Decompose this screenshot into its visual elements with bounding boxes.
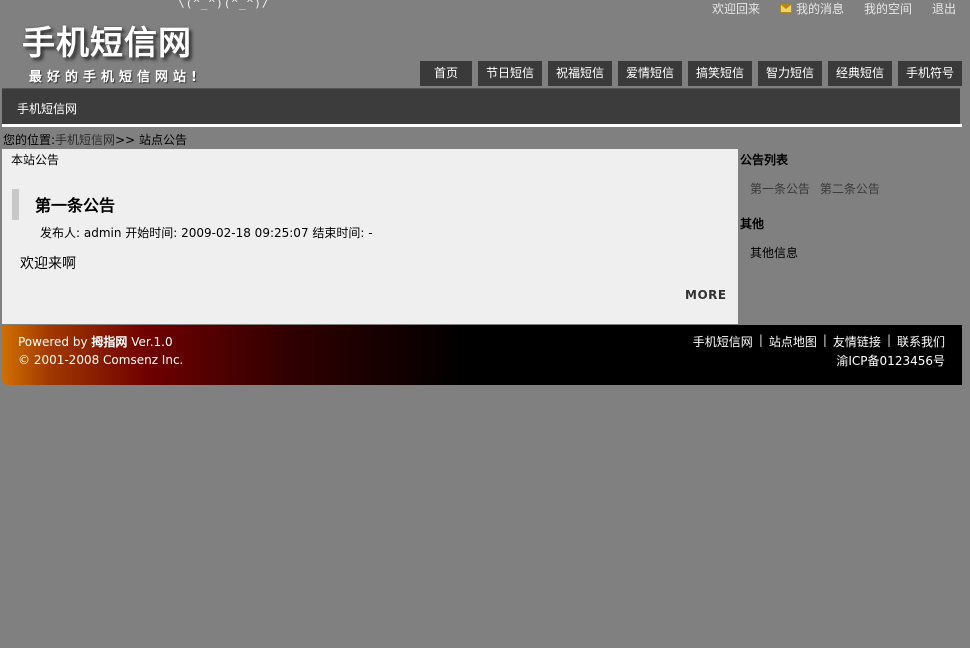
other-info-item[interactable]: 其他信息	[750, 244, 798, 261]
breadcrumb-current: 站点公告	[135, 133, 187, 147]
nav-blessing-sms[interactable]: 祝福短信	[548, 61, 612, 86]
nav-festival-sms[interactable]: 节日短信	[478, 61, 542, 86]
site-logo-slogan: 最好的手机短信网站!	[29, 70, 202, 85]
nav-home[interactable]: 首页	[420, 61, 472, 86]
sub-nav-site-link[interactable]: 手机短信网	[17, 100, 77, 117]
header-emoticon: \(^_^)(^_^)/	[178, 0, 270, 10]
welcome-text: 欢迎回来	[711, 2, 760, 16]
footer-separator: |	[758, 333, 763, 347]
nav-funny-sms[interactable]: 搞笑短信	[688, 61, 752, 86]
logout-link[interactable]: 退出	[932, 0, 956, 17]
sub-navigation-bar	[2, 88, 960, 125]
my-messages-link[interactable]: 我的消息	[779, 0, 844, 17]
footer-separator: |	[886, 333, 891, 347]
breadcrumb: 您的位置:手机短信网>> 站点公告	[3, 131, 187, 148]
nav-love-sms[interactable]: 爱情短信	[618, 61, 682, 86]
notice-title-accent	[12, 189, 19, 220]
envelope-icon	[779, 4, 792, 13]
nav-classic-sms[interactable]: 经典短信	[828, 61, 892, 86]
site-logo-title[interactable]: 手机短信网	[22, 16, 192, 64]
footer-link-home[interactable]: 手机短信网	[693, 333, 753, 350]
top-links: 欢迎回来 我的消息 我的空间 退出	[692, 0, 956, 17]
announcement-list-item[interactable]: 第一条公告	[750, 182, 810, 196]
panel-heading: 本站公告	[11, 153, 60, 167]
my-messages-label: 我的消息	[795, 2, 844, 16]
footer-link-contact[interactable]: 联系我们	[897, 333, 945, 350]
powered-version: Ver.1.0	[127, 335, 173, 349]
announcement-list-heading: 公告列表	[740, 153, 789, 167]
notice-body: 欢迎来啊	[20, 256, 76, 272]
breadcrumb-separator: >>	[115, 133, 136, 147]
footer-link-friends[interactable]: 友情链接	[833, 333, 881, 350]
breadcrumb-prefix: 您的位置:	[3, 133, 56, 147]
announcement-list: 第一条公告 第二条公告	[750, 180, 886, 197]
more-link[interactable]: MORE	[685, 288, 727, 302]
powered-prefix: Powered by	[18, 335, 92, 349]
copyright: © 2001-2008 Comsenz Inc.	[18, 353, 184, 367]
announcement-list-item[interactable]: 第二条公告	[820, 182, 880, 196]
other-heading: 其他	[740, 217, 765, 231]
main-nav: 首页 节日短信 祝福短信 爱情短信 搞笑短信 智力短信 经典短信 手机符号	[420, 61, 962, 86]
nav-puzzle-sms[interactable]: 智力短信	[758, 61, 822, 86]
notice-meta: 发布人: admin 开始时间: 2009-02-18 09:25:07 结束时…	[40, 226, 373, 240]
footer-link-sitemap[interactable]: 站点地图	[769, 333, 817, 350]
breadcrumb-home-link[interactable]: 手机短信网	[55, 133, 115, 147]
icp-license[interactable]: 渝ICP备0123456号	[836, 352, 945, 369]
header-divider	[2, 124, 962, 127]
notice-title: 第一条公告	[35, 196, 116, 215]
powered-brand-link[interactable]: 拇指网	[91, 335, 127, 349]
nav-phone-symbols[interactable]: 手机符号	[898, 61, 962, 86]
footer-links: 手机短信网 | 站点地图 | 友情链接 | 联系我们	[693, 333, 945, 350]
footer-separator: |	[822, 333, 827, 347]
my-space-link[interactable]: 我的空间	[864, 0, 912, 17]
powered-by: Powered by 拇指网 Ver.1.0	[18, 333, 173, 350]
